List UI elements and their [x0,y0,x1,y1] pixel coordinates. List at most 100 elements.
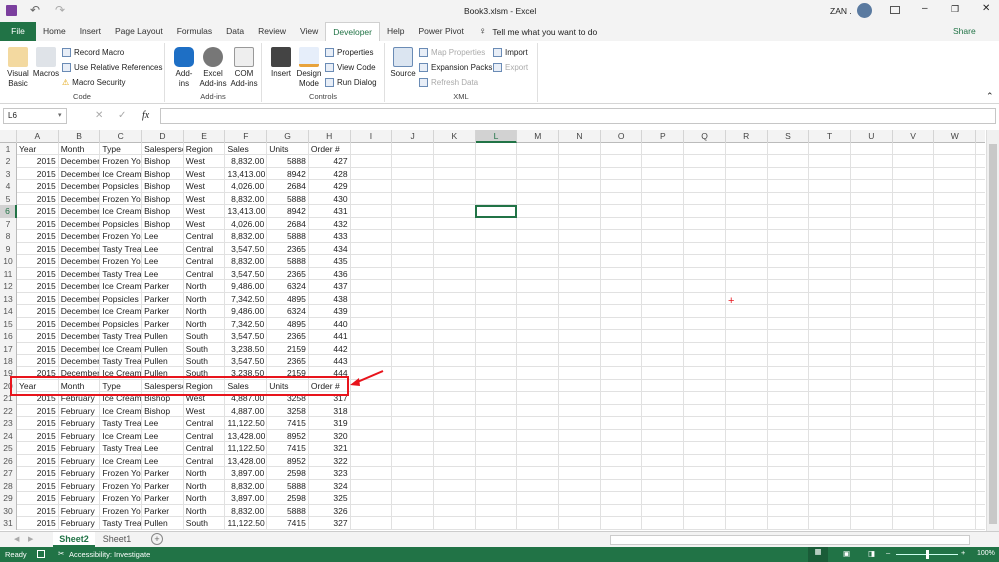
cell-S12[interactable] [768,280,810,293]
record-macro-button[interactable]: Record Macro [62,45,124,59]
cell-B29[interactable]: February [59,492,101,505]
cell-G28[interactable]: 5888 [267,479,309,492]
cell-V25[interactable] [893,442,935,455]
cell-C4[interactable]: Popsicles [100,180,143,193]
cell-H10[interactable]: 435 [309,255,351,268]
cell-H2[interactable]: 427 [309,155,351,168]
cell-R17[interactable] [726,342,768,355]
cell-N22[interactable] [559,404,601,417]
design-mode-button[interactable]: Design Mode [295,47,323,89]
cell-M19[interactable] [517,367,560,380]
cell-F3[interactable]: 13,413.00 [226,167,268,180]
cell-L5[interactable] [476,192,518,205]
cell-K2[interactable] [434,155,476,168]
cell-T22[interactable] [809,404,851,417]
cell-B26[interactable]: February [59,454,101,467]
scroll-thumb[interactable] [989,144,997,524]
zoom-slider-thumb[interactable] [926,550,929,559]
cell-O8[interactable] [601,230,643,243]
cell-Q11[interactable] [684,267,726,280]
cell-T3[interactable] [809,167,851,180]
cell-G6[interactable]: 8942 [267,205,309,218]
cell-B8[interactable]: December [59,230,101,243]
cell-G2[interactable]: 5888 [267,155,309,168]
cell-J31[interactable] [392,517,434,530]
cell-S29[interactable] [768,492,810,505]
cell-T4[interactable] [809,180,851,193]
cell-N16[interactable] [559,330,601,343]
cell-J12[interactable] [392,280,434,293]
horizontal-scrollbar[interactable] [610,535,970,545]
excel-add-ins-button[interactable]: Excel Add-ins [198,47,228,89]
cell-T2[interactable] [809,155,851,168]
cell-Q21[interactable] [684,392,726,405]
tell-me-search[interactable]: Tell me what you want to do [492,27,597,37]
cell-C2[interactable]: Frozen Yog [100,155,143,168]
cell-M3[interactable] [517,167,560,180]
cell-N20[interactable] [559,379,601,392]
cell-Q28[interactable] [684,479,726,492]
cell-E12[interactable]: North [184,280,226,293]
cell-T21[interactable] [809,392,851,405]
cell-E4[interactable]: West [184,180,226,193]
avatar[interactable] [857,3,872,18]
cell-A13[interactable]: 2015 [17,292,59,305]
cell-T10[interactable] [809,255,851,268]
cell-M13[interactable] [517,292,560,305]
cell-B16[interactable]: December [59,330,101,343]
cell-F22[interactable]: 4,887.00 [226,404,268,417]
cell-U23[interactable] [851,417,893,430]
cell-D18[interactable]: Pullen [142,354,184,367]
cell-I24[interactable] [351,429,393,442]
cell-F4[interactable]: 4,026.00 [226,180,268,193]
cell-Q16[interactable] [684,330,726,343]
chevron-down-icon[interactable]: ▾ [58,111,62,119]
cell-U30[interactable] [851,504,893,517]
cell-D10[interactable]: Lee [142,255,184,268]
cell-M21[interactable] [517,392,560,405]
cell-F6[interactable]: 13,413.00 [226,205,268,218]
cell-T8[interactable] [809,230,851,243]
cell-O19[interactable] [601,367,643,380]
cell-M22[interactable] [517,404,560,417]
cell-P17[interactable] [643,342,685,355]
cell-K13[interactable] [434,292,476,305]
cell-H26[interactable]: 322 [309,454,351,467]
cell-C17[interactable]: Ice Cream [100,342,143,355]
cell-B15[interactable]: December [59,317,101,330]
cell-H16[interactable]: 441 [309,330,351,343]
cell-W19[interactable] [934,367,977,380]
cell-Q20[interactable] [684,379,726,392]
cell-A10[interactable]: 2015 [17,255,59,268]
cell-R1[interactable] [726,143,768,155]
cell-R19[interactable] [726,367,768,380]
select-all-corner[interactable] [0,130,17,143]
cell-A8[interactable]: 2015 [17,230,59,243]
cell-T26[interactable] [809,454,851,467]
cell-U8[interactable] [851,230,893,243]
cell-M1[interactable] [517,143,560,155]
cell-Q29[interactable] [684,492,726,505]
cell-P8[interactable] [643,230,685,243]
cell-N15[interactable] [559,317,601,330]
cell-I6[interactable] [351,205,393,218]
zoom-out-button[interactable]: – [886,548,890,557]
cell-U14[interactable] [851,305,893,318]
cell-J15[interactable] [392,317,434,330]
column-header-D[interactable]: D [142,130,184,143]
macro-security-button[interactable]: ⚠ Macro Security [62,75,126,89]
cell-L26[interactable] [476,454,518,467]
cell-G29[interactable]: 2598 [267,492,309,505]
worksheet-grid[interactable]: 1 Year Month Type Salesperso Region Sales Units… [0,143,985,531]
column-header-K[interactable]: K [434,130,476,143]
row-header[interactable]: 26 [0,454,17,468]
cell-O30[interactable] [601,504,643,517]
cell-K23[interactable] [434,417,476,430]
cell-S10[interactable] [768,255,810,268]
cell-M2[interactable] [517,155,560,168]
cell-H5[interactable]: 430 [309,192,351,205]
cell-C25[interactable]: Tasty Trea [100,442,143,455]
cell-R23[interactable] [726,417,768,430]
normal-view-icon[interactable]: ▦ [808,547,828,562]
cell-S13[interactable] [768,292,810,305]
